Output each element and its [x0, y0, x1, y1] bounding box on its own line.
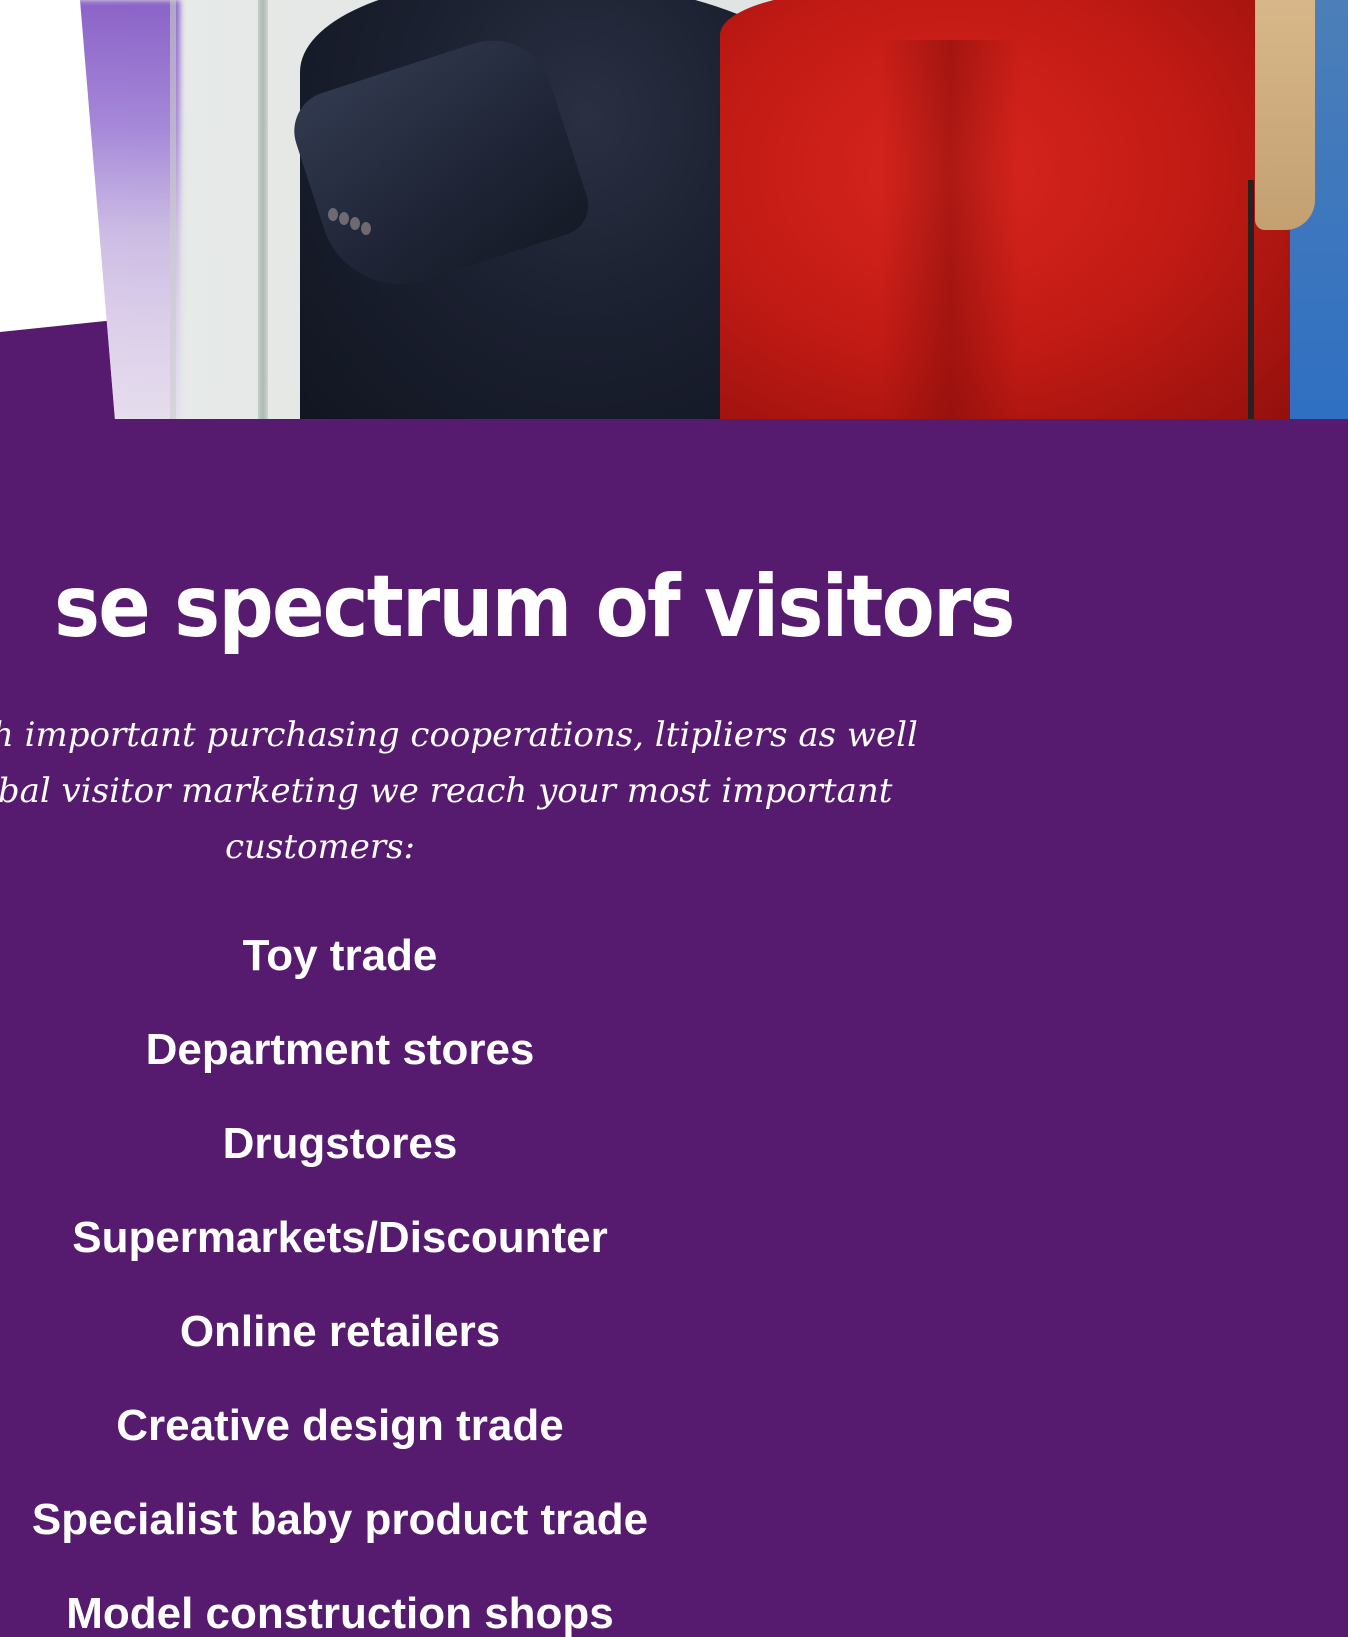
section-intro: cooperation with important purchasing co…: [0, 715, 918, 867]
visitor-type-item: Supermarkets/Discounter: [72, 1213, 608, 1262]
visitor-type-item: Creative design trade: [116, 1401, 564, 1450]
visitor-type-item: Department stores: [145, 1025, 535, 1074]
photo-red-jacket-fold: [880, 40, 1020, 420]
visitor-type-list: Toy trade Department stores Drugstores S…: [0, 909, 680, 1637]
section-headline: se spectrum of visitors: [54, 557, 1015, 657]
visitor-type-item: Online retailers: [179, 1307, 501, 1356]
photo-sleeve-buttons: [328, 208, 376, 242]
photo-pole: [170, 0, 176, 420]
hero-photo: [80, 0, 1348, 420]
page: se spectrum of visitors cooperation with…: [0, 0, 1348, 1637]
photo-pole: [258, 0, 268, 420]
photo-hair: [1255, 0, 1315, 230]
photo-bag-strap: [1248, 180, 1254, 420]
visitor-type-item: Specialist baby product trade: [31, 1495, 649, 1544]
visitor-type-item: Model construction shops: [66, 1589, 614, 1637]
visitor-section: se spectrum of visitors cooperation with…: [0, 419, 1348, 1637]
visitor-type-item: Drugstores: [222, 1119, 458, 1168]
visitor-type-item: Toy trade: [242, 931, 438, 980]
